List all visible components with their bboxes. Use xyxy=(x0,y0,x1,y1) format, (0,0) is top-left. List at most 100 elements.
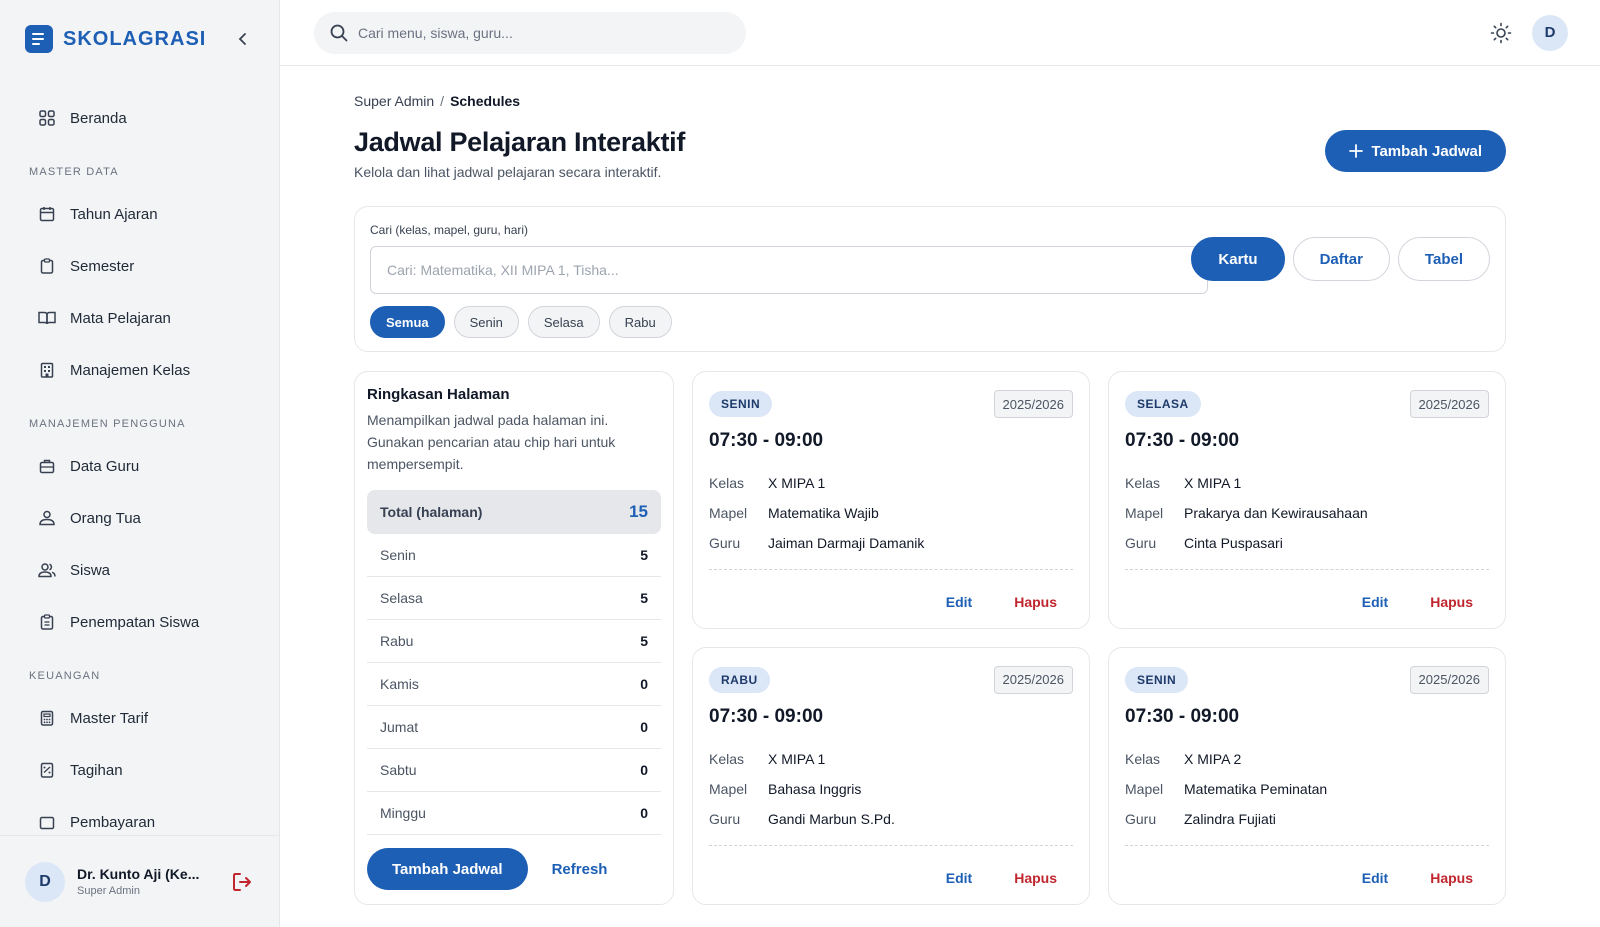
page-subtitle: Kelola dan lihat jadwal pelajaran secara… xyxy=(354,164,662,180)
sidebar-item-tahun-ajaran[interactable]: Tahun Ajaran xyxy=(0,188,279,240)
user-info: Dr. Kunto Aji (Ke... Super Admin xyxy=(77,866,230,897)
building-icon xyxy=(38,361,56,379)
summary-total-value: 15 xyxy=(629,502,648,521)
summary-description: Menampilkan jadwal pada halaman ini. Gun… xyxy=(367,412,616,472)
summary-row-value: 0 xyxy=(640,719,648,735)
user-profile: D Dr. Kunto Aji (Ke... Super Admin xyxy=(0,835,279,927)
sidebar-item-label: Penempatan Siswa xyxy=(70,613,200,631)
view-card-button[interactable]: Kartu xyxy=(1191,237,1285,281)
delete-button[interactable]: Hapus xyxy=(1014,594,1057,610)
summary-row-value: 5 xyxy=(640,590,648,606)
breadcrumb-separator: / xyxy=(440,93,445,109)
summary-row-label: Rabu xyxy=(380,633,414,649)
breadcrumb: Super Admin / Schedules xyxy=(354,93,1506,109)
view-toggle: Kartu Daftar Tabel xyxy=(1191,237,1490,281)
global-search-input[interactable] xyxy=(358,24,718,41)
nav-section-title: MANAJEMEN PENGGUNA xyxy=(29,418,186,430)
clipboard-list-icon xyxy=(38,613,56,631)
delete-button[interactable]: Hapus xyxy=(1430,870,1473,886)
sidebar-item-label: Beranda xyxy=(70,109,127,127)
calculator-icon xyxy=(38,709,56,727)
user-icon xyxy=(38,509,56,527)
chip-selasa[interactable]: Selasa xyxy=(527,306,600,338)
summary-title: Ringkasan Halaman xyxy=(367,386,510,403)
schedule-card: SENIN 2025/2026 07:30 - 09:00 Kelas X MIP… xyxy=(692,371,1090,629)
sidebar-item-beranda[interactable]: Beranda xyxy=(0,92,279,144)
global-search xyxy=(314,11,746,54)
nav-section-title: MASTER DATA xyxy=(29,166,119,178)
year-badge: 2025/2026 xyxy=(1409,390,1489,418)
brand: SKOLAGRASI xyxy=(0,0,279,78)
summary-row-value: 0 xyxy=(640,805,648,821)
sidebar-item-mata-pelajaran[interactable]: Mata Pelajaran xyxy=(0,292,279,344)
sidebar-item-pembayaran[interactable]: Pembayaran xyxy=(0,796,279,835)
year-badge: 2025/2026 xyxy=(1409,665,1489,694)
subject-value: Prakarya dan Kewirausahaan xyxy=(1184,505,1368,521)
field-label: Kelas xyxy=(709,475,745,491)
edit-button[interactable]: Edit xyxy=(946,594,972,610)
add-schedule-button[interactable]: Tambah Jadwal xyxy=(1325,130,1506,172)
summary-row-label: Jumat xyxy=(380,719,419,735)
avatar[interactable]: D xyxy=(1532,14,1568,51)
sidebar-item-data-guru[interactable]: Data Guru xyxy=(0,440,279,492)
sidebar-item-penempatan-siswa[interactable]: Penempatan Siswa xyxy=(0,596,279,648)
summary-row-label: Selasa xyxy=(380,590,423,606)
chip-rabu[interactable]: Rabu xyxy=(608,306,672,338)
dashboard-icon xyxy=(38,109,56,127)
sidebar-item-master-tarif[interactable]: Master Tarif xyxy=(0,692,279,744)
summary-row: Sabtu 0 xyxy=(367,749,661,792)
sidebar-item-label: Pembayaran xyxy=(70,813,156,831)
schedule-time: 07:30 - 09:00 xyxy=(709,705,824,727)
field-label: Guru xyxy=(1125,535,1157,551)
refresh-button[interactable]: Refresh xyxy=(552,861,608,878)
sidebar-item-label: Manajemen Kelas xyxy=(70,361,191,379)
day-badge: SELASA xyxy=(1125,391,1201,417)
logout-button[interactable] xyxy=(230,870,254,894)
year-badge: 2025/2026 xyxy=(993,665,1073,694)
view-list-button[interactable]: Daftar xyxy=(1292,237,1390,281)
breadcrumb-current: Schedules xyxy=(450,93,521,109)
delete-button[interactable]: Hapus xyxy=(1014,870,1057,886)
teacher-value: Jaiman Darmaji Damanik xyxy=(768,535,925,551)
view-table-button[interactable]: Tabel xyxy=(1397,237,1490,281)
chevron-left-icon xyxy=(238,33,246,45)
class-value: X MIPA 1 xyxy=(768,750,826,767)
sidebar-item-orang-tua[interactable]: Orang Tua xyxy=(0,492,279,544)
breadcrumb-root[interactable]: Super Admin xyxy=(354,93,434,109)
user-role: Super Admin xyxy=(77,885,140,897)
sidebar-item-tagihan[interactable]: Tagihan xyxy=(0,744,279,796)
topbar: D xyxy=(280,0,1600,66)
sidebar-item-semester[interactable]: Semester xyxy=(0,240,279,292)
summary-add-schedule-button[interactable]: Tambah Jadwal xyxy=(367,848,528,890)
summary-row-value: 0 xyxy=(640,762,648,778)
edit-button[interactable]: Edit xyxy=(1362,870,1388,886)
sidebar-item-siswa[interactable]: Siswa xyxy=(0,544,279,596)
book-open-icon xyxy=(38,309,56,327)
sidebar-item-label: Siswa xyxy=(70,561,111,579)
brand-name: SKOLAGRASI xyxy=(63,27,207,50)
chip-semua[interactable]: Semua xyxy=(370,306,445,338)
edit-button[interactable]: Edit xyxy=(946,870,972,886)
sidebar-item-manajemen-kelas[interactable]: Manajemen Kelas xyxy=(0,344,279,396)
edit-button[interactable]: Edit xyxy=(1362,594,1388,610)
clipboard-icon xyxy=(38,257,56,275)
collapse-sidebar-button[interactable] xyxy=(231,27,255,51)
avatar: D xyxy=(25,861,65,902)
summary-row: Selasa 5 xyxy=(367,577,661,620)
receipt-icon xyxy=(38,761,56,779)
delete-button[interactable]: Hapus xyxy=(1430,594,1473,610)
chip-senin[interactable]: Senin xyxy=(453,306,519,338)
schedule-time: 07:30 - 09:00 xyxy=(1125,430,1240,451)
sidebar-item-label: Master Tarif xyxy=(70,709,149,727)
summary-row: Rabu 5 xyxy=(367,620,661,663)
subject-value: Matematika Wajib xyxy=(768,505,879,521)
main-content: D Super Admin / Schedules Jadwal Pelajaran… xyxy=(280,0,1600,927)
wallet-icon xyxy=(38,813,56,831)
search-icon xyxy=(330,24,348,41)
nav-section-title: KEUANGAN xyxy=(29,670,101,682)
theme-toggle-button[interactable] xyxy=(1488,20,1514,46)
teacher-value: Cinta Puspasari xyxy=(1184,535,1283,551)
sun-icon xyxy=(1490,22,1512,43)
filter-label: Cari (kelas, mapel, guru, hari) xyxy=(370,223,529,237)
schedule-search-input[interactable] xyxy=(370,246,1208,294)
